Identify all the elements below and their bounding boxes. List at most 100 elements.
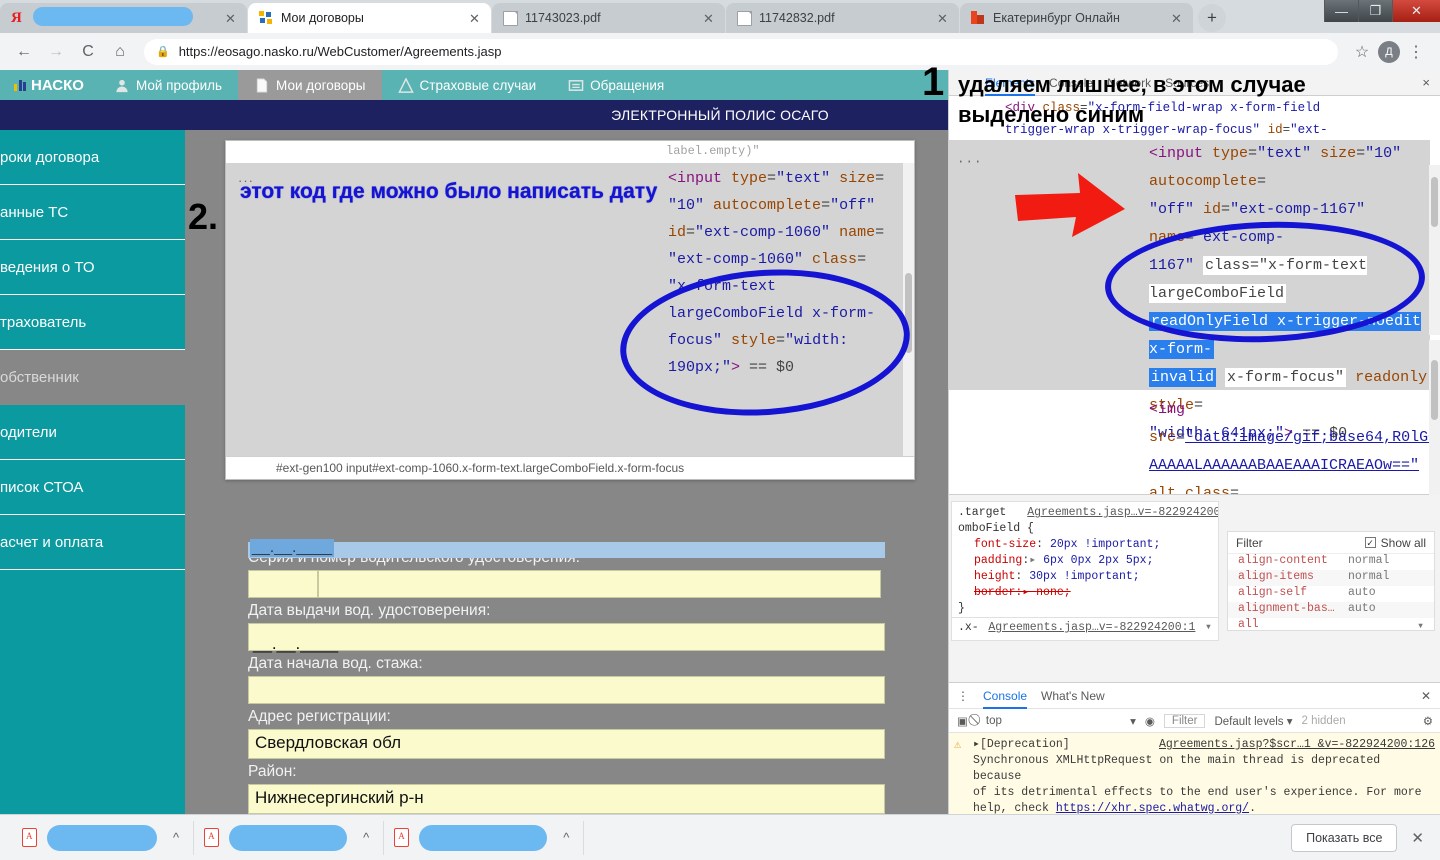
nav-item-claims[interactable]: Страховые случаи xyxy=(382,70,553,100)
execution-context-select[interactable]: top ▾ xyxy=(986,714,1136,728)
chevron-up-icon[interactable]: ^ xyxy=(173,830,179,845)
message-link[interactable]: https://xhr.spec.whatwg.org/ xyxy=(1056,802,1249,814)
css-declaration[interactable]: font-size: 20px !important; xyxy=(958,537,1212,553)
district-input[interactable]: Нижнесергинский р-н xyxy=(248,784,885,814)
close-shelf-icon[interactable]: ✕ xyxy=(1411,829,1428,847)
show-all-downloads-button[interactable]: Показать все xyxy=(1291,824,1397,852)
chevron-up-icon[interactable]: ^ xyxy=(363,830,369,845)
console-filter-input[interactable]: Filter xyxy=(1164,714,1206,728)
log-levels-select[interactable]: Default levels ▾ xyxy=(1214,714,1292,728)
issue-date-input[interactable]: __.__.____ xyxy=(248,623,885,651)
css-declaration[interactable]: height: 30px !important; xyxy=(958,569,1212,585)
warning-icon: ⚠ xyxy=(954,737,961,753)
sidebar-item-insurer[interactable]: трахователь xyxy=(0,295,185,350)
pdf-file-icon xyxy=(204,828,219,847)
chevron-down-icon[interactable]: ▾ xyxy=(1205,620,1212,636)
profile-avatar[interactable]: Д xyxy=(1378,41,1400,63)
tab-console[interactable]: Console xyxy=(983,683,1027,709)
css-source-link[interactable]: Agreements.jasp…v=-822924200:1 xyxy=(1027,506,1218,519)
message-tag: [Deprecation] xyxy=(980,738,1070,751)
site-logo[interactable]: НАСКО xyxy=(0,77,98,94)
breadcrumb[interactable]: #ext-gen100 input#ext-comp-1060.x-form-t… xyxy=(226,457,915,475)
sidebar-item-inspection[interactable]: ведения о ТО xyxy=(0,240,185,295)
back-icon[interactable]: ← xyxy=(10,38,38,66)
experience-date-input[interactable] xyxy=(248,676,885,704)
more-options-icon[interactable]: ⋮ xyxy=(957,689,969,703)
message-source-link[interactable]: Agreements.jasp?$scr…1 &v=-822924200:126 xyxy=(1159,737,1435,753)
computed-row: align-contentnormal xyxy=(1228,554,1434,570)
message-text-line: help, check https://xhr.spec.whatwg.org/… xyxy=(973,801,1435,814)
focused-field-mask: __.__.____ xyxy=(250,539,334,557)
browser-tab[interactable]: 11743023.pdf ✕ xyxy=(492,3,725,33)
menu-icon[interactable]: ⋮ xyxy=(1402,38,1430,66)
sidebar-item-payment[interactable]: асчет и оплата xyxy=(0,515,185,570)
expander-icon[interactable]: ▸ xyxy=(973,738,980,751)
css-next-selector[interactable]: .x- xyxy=(958,620,979,636)
close-icon[interactable]: ✕ xyxy=(935,11,950,26)
window-close-button[interactable]: ✕ xyxy=(1392,0,1440,22)
sidebar-item-stoa[interactable]: писок СТОА xyxy=(0,460,185,515)
license-series-input[interactable] xyxy=(248,570,318,598)
new-tab-button[interactable]: + xyxy=(1198,4,1226,32)
dom-selected-block: ··· <input type="text" size="10" autocom… xyxy=(949,140,1430,390)
chevron-down-icon[interactable]: ▾ xyxy=(1417,618,1424,634)
code-line: readOnlyField x-trigger-noedit x-form- xyxy=(1149,308,1439,364)
computed-value: normal xyxy=(1348,554,1389,570)
restore-button[interactable]: ❐ xyxy=(1358,0,1392,22)
console-close-icon[interactable]: ✕ xyxy=(1421,689,1440,703)
styles-scrollbar[interactable] xyxy=(1429,340,1440,495)
download-item[interactable]: ^ xyxy=(12,821,194,855)
console-warning-message[interactable]: ⚠ ▸[Deprecation] Agreements.jasp?$scr…1 … xyxy=(949,733,1440,814)
sidebar-filler xyxy=(0,570,185,814)
tab-whats-new[interactable]: What's New xyxy=(1041,689,1105,703)
nav-item-profile[interactable]: Мой профиль xyxy=(98,70,238,100)
sidebar-item-vehicle[interactable]: анные ТС xyxy=(0,185,185,240)
sidebar-item-terms[interactable]: роки договора xyxy=(0,130,185,185)
home-icon[interactable]: ⌂ xyxy=(106,38,134,66)
download-item[interactable]: ^ xyxy=(384,821,584,855)
download-item[interactable]: ^ xyxy=(194,821,384,855)
browser-tab[interactable]: 11742832.pdf ✕ xyxy=(726,3,959,33)
show-all-checkbox[interactable]: ✓ xyxy=(1365,537,1376,548)
console-tabbar: ⋮ Console What's New ✕ xyxy=(949,683,1440,709)
css-declaration[interactable]: padding:▸ 6px 0px 2px 5px; xyxy=(958,553,1212,569)
close-icon[interactable]: ✕ xyxy=(467,11,482,26)
close-icon[interactable]: ✕ xyxy=(1169,11,1184,26)
forward-icon[interactable]: → xyxy=(42,38,70,66)
code-line: "x-form-text xyxy=(668,273,908,300)
address-bar[interactable]: 🔒 https://eosago.nasko.ru/WebCustomer/Ag… xyxy=(144,39,1338,65)
sidebar-item-owner[interactable]: обственник xyxy=(0,350,185,405)
nav-item-contracts[interactable]: Мои договоры xyxy=(238,70,381,100)
css-selector[interactable]: omboField { xyxy=(958,521,1212,537)
code-line: <input type="text" size="10" autocomplet… xyxy=(1149,140,1439,196)
inbox-icon xyxy=(568,78,584,93)
devtools-console-drawer: ⋮ Console What's New ✕ ▣ ⃠ top ▾ ◉ Filte… xyxy=(949,682,1440,814)
highlight-blue-classes: readOnlyField x-trigger-noedit x-form- xyxy=(1149,312,1421,359)
close-icon[interactable]: ✕ xyxy=(701,11,716,26)
nav-item-requests[interactable]: Обращения xyxy=(552,70,680,100)
close-icon[interactable]: ✕ xyxy=(223,11,238,26)
gear-icon[interactable]: ⚙ xyxy=(1423,714,1433,728)
snippet-scrollbar[interactable] xyxy=(903,163,914,458)
license-number-input[interactable] xyxy=(318,570,881,598)
chevron-up-icon[interactable]: ^ xyxy=(563,830,569,845)
css-next-source-link[interactable]: Agreements.jasp…v=-822924200:1 xyxy=(988,620,1195,636)
sidebar-item-drivers[interactable]: одители xyxy=(0,405,185,460)
dom-scrollbar[interactable] xyxy=(1429,165,1440,335)
snippet-dom-body: ··· <input type="text" size= "10" autoco… xyxy=(226,163,915,458)
reload-icon[interactable]: C xyxy=(74,38,102,66)
bookmark-star-icon[interactable]: ☆ xyxy=(1348,38,1376,66)
browser-tab[interactable]: Екатеринбург Онлайн ✕ xyxy=(960,3,1193,33)
minimize-button[interactable]: — xyxy=(1324,0,1358,22)
browser-tab-active[interactable]: Мои договоры ✕ xyxy=(248,3,491,33)
devtools-close-icon[interactable]: × xyxy=(1422,75,1440,90)
address-input[interactable]: Свердловская обл xyxy=(248,729,885,759)
filter-input[interactable]: Filter xyxy=(1236,536,1263,550)
css-declaration-disabled[interactable]: border:▸ none; xyxy=(958,585,1212,601)
sidebar-toggle-icon[interactable]: ▣ xyxy=(957,714,968,728)
eye-icon[interactable]: ◉ xyxy=(1145,714,1155,728)
css-brace: } xyxy=(958,601,1212,617)
browser-tab[interactable]: Я ✕ xyxy=(0,3,247,33)
code-line: <input type="text" size= xyxy=(668,165,908,192)
ellipsis-icon[interactable]: ··· xyxy=(957,152,983,172)
